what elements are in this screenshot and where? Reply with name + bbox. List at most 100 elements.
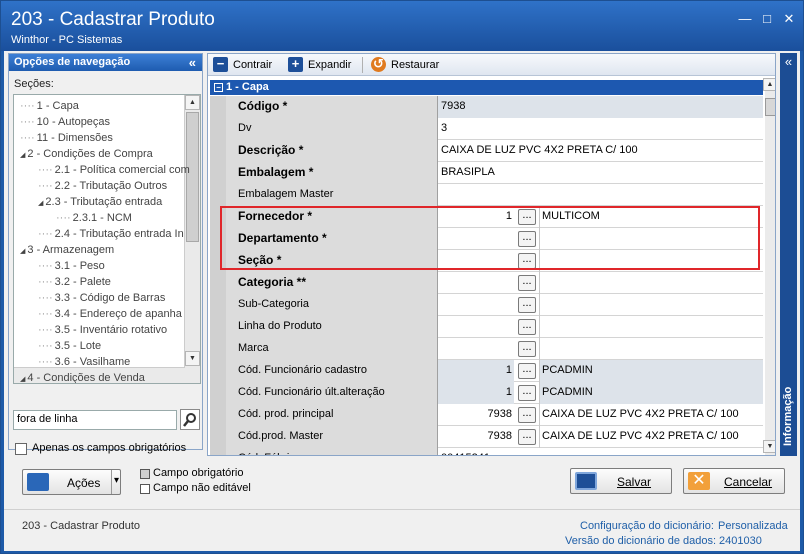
tree-connector: ···· [20, 100, 35, 112]
field-value-input[interactable]: BRASIPLA [438, 162, 763, 184]
tree-item[interactable]: ···· 10 - Autopeças [20, 114, 110, 130]
tree-item[interactable]: ···· 2.3.1 - NCM [56, 210, 132, 226]
field-code-input[interactable]: 1 [438, 360, 514, 382]
lookup-button[interactable]: ... [518, 385, 536, 401]
field-code-input[interactable]: 7938 [438, 426, 514, 448]
tree-item-label: 11 - Dimensões [36, 132, 113, 144]
lookup-button[interactable]: ... [518, 407, 536, 423]
form-name: 203 - Cadastrar Produto [22, 520, 141, 532]
expandir-button[interactable]: + Expandir [288, 57, 351, 73]
field-value-input[interactable]: 7938 [438, 96, 763, 118]
tree-item[interactable]: ◢ 3 - Armazenagem [20, 242, 114, 258]
tree-item[interactable]: ···· 2.2 - Tributação Outros [38, 178, 167, 194]
restaurar-button[interactable]: ↺ Restaurar [371, 57, 439, 73]
grid-scroll-down-icon[interactable]: ▼ [763, 440, 775, 453]
field-code-input[interactable]: 7938 [438, 404, 514, 426]
section-header-capa[interactable]: − 1 - Capa [210, 80, 763, 95]
tree-item[interactable]: ···· 11 - Dimensões [20, 130, 113, 146]
scroll-up-icon[interactable]: ▲ [185, 95, 200, 110]
tree-item[interactable]: ···· 3.2 - Palete [38, 274, 111, 290]
tree-item-label: 3.5 - Lote [54, 340, 102, 352]
field-code-input[interactable] [438, 338, 514, 360]
field-row: Marca... [210, 338, 763, 360]
field-description [539, 316, 763, 338]
tree-item-label: 3.4 - Endereço de apanha [54, 308, 182, 320]
field-code-input[interactable] [438, 316, 514, 338]
field-value-input[interactable]: 3 [438, 118, 763, 140]
grid-scroll-thumb[interactable] [765, 98, 775, 116]
tree-expander-icon[interactable]: ◢ [20, 248, 25, 255]
lookup-button[interactable]: ... [518, 319, 536, 335]
field-code-input[interactable] [438, 294, 514, 316]
tree-item-label: 3 - Armazenagem [27, 244, 115, 256]
row-indent [210, 382, 226, 404]
lookup-button[interactable]: ... [518, 275, 536, 291]
tree-item[interactable]: ···· 3.5 - Inventário rotativo [38, 322, 167, 338]
tree-item[interactable]: ◢ 2.3 - Tributação entrada [38, 194, 162, 210]
field-row: Cód. Funcionário últ.alteração 1... PCADMI… [210, 382, 763, 404]
tree-item-label: 1 - Capa [36, 100, 79, 112]
lookup-button[interactable]: ... [518, 297, 536, 313]
field-value-input[interactable]: CAIXA DE LUZ PVC 4X2 PRETA C/ 100 [438, 140, 763, 162]
only-required-checkbox[interactable] [15, 443, 27, 455]
field-code-input[interactable] [438, 272, 514, 294]
tree-item[interactable]: ···· 3.5 - Lote [38, 338, 101, 354]
field-value-input[interactable] [438, 184, 763, 206]
section-tree[interactable]: ▲ ▼ ···· 1 - Capa ···· 10 - Autopeças ···· 11… [13, 94, 201, 384]
row-indent [210, 360, 226, 382]
tree-item[interactable]: ···· 1 - Capa [20, 98, 79, 114]
tree-item[interactable]: ···· 3.4 - Endereço de apanha [38, 306, 182, 322]
tree-vertical-scrollbar[interactable]: ▲ ▼ [184, 95, 200, 383]
salvar-button[interactable]: Salvar [570, 468, 672, 494]
row-indent [210, 448, 226, 455]
dictionary-version-label: Versão do dicionário de dados: [565, 535, 717, 547]
field-value-input[interactable]: 00415241 [438, 448, 763, 455]
filter-input[interactable]: fora de linha [13, 410, 177, 430]
lookup-button[interactable]: ... [518, 341, 536, 357]
collapse-nav-icon[interactable]: « [189, 55, 196, 70]
lookup-button[interactable]: ... [518, 363, 536, 379]
search-button[interactable] [180, 409, 200, 430]
lookup-button[interactable]: ... [518, 429, 536, 445]
tree-item[interactable]: ◢ 4 - Condições de Venda [20, 370, 145, 383]
contrair-button[interactable]: − Contrair [213, 57, 272, 73]
window-title: 203 - Cadastrar Produto [11, 9, 215, 30]
minimize-icon[interactable]: — [737, 11, 753, 27]
tree-connector: ···· [38, 308, 53, 320]
scroll-down-icon[interactable]: ▼ [185, 351, 200, 366]
tree-expander-icon[interactable]: ◢ [20, 152, 25, 159]
navigation-title: Opções de navegação [14, 56, 131, 68]
acoes-button[interactable]: Ações ▾ [22, 469, 121, 495]
search-icon [183, 413, 196, 427]
tree-item[interactable]: ◢ 2 - Condições de Compra [20, 146, 153, 162]
cancelar-button[interactable]: ✕ Cancelar [683, 468, 785, 494]
grid-scroll-up-icon[interactable]: ▲ [763, 78, 775, 91]
window-subtitle: Winthor - PC Sistemas [11, 34, 123, 46]
tree-item-label: 2.1 - Política comercial com [54, 164, 190, 176]
cancel-icon: ✕ [688, 472, 710, 490]
tree-item[interactable]: ···· 3.6 - Vasilhame [38, 354, 130, 370]
field-code-input[interactable]: 1 [438, 382, 514, 404]
tree-item[interactable]: ···· 2.4 - Tributação entrada In [38, 226, 184, 242]
tree-item[interactable]: ···· 2.1 - Política comercial com [38, 162, 190, 178]
tree-item[interactable]: ···· 3.3 - Código de Barras [38, 290, 165, 306]
grid-vertical-scrollbar[interactable]: ▲ ▼ [763, 78, 775, 455]
field-row: Dv 3 [210, 118, 763, 140]
field-label: Código * [226, 96, 438, 118]
row-indent [210, 338, 226, 360]
expandir-label: Expandir [308, 59, 352, 71]
field-row: Cód. Fábrica00415241 [210, 448, 763, 455]
tree-connector: ···· [38, 164, 53, 176]
collapse-info-icon[interactable]: « [780, 54, 797, 69]
tree-connector: ···· [20, 132, 35, 144]
tree-item[interactable]: ···· 3.1 - Peso [38, 258, 105, 274]
footer: 203 - Cadastrar Produto Configuração do … [4, 509, 800, 551]
acoes-dropdown-icon[interactable]: ▾ [111, 470, 121, 494]
close-icon[interactable]: ✕ [781, 11, 797, 27]
tree-expander-icon[interactable]: ◢ [20, 376, 25, 383]
maximize-icon[interactable]: □ [759, 11, 775, 27]
field-description [539, 272, 763, 294]
field-row: Cód. prod. principal 7938... CAIXA DE LUZ … [210, 404, 763, 426]
collapse-section-icon[interactable]: − [214, 83, 223, 92]
tree-expander-icon[interactable]: ◢ [38, 200, 43, 207]
